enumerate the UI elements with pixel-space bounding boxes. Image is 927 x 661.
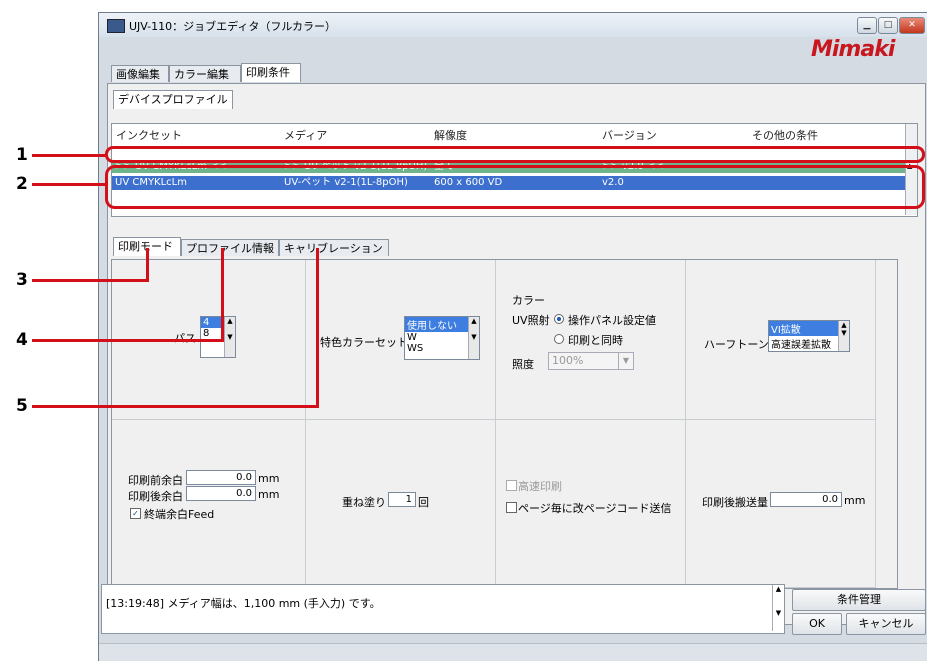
tab-profile-info[interactable]: プロファイル情報: [181, 239, 279, 256]
tab-print-mode[interactable]: 印刷モード: [113, 237, 181, 256]
mimaki-logo: Mimaki: [811, 37, 895, 62]
high-speed-label: 高速印刷: [518, 480, 562, 493]
margin-cell: 印刷前余白 0.0 mm 印刷後余白 0.0 mm ✓ 終端余白Feed: [112, 420, 306, 588]
special-color-list[interactable]: 使用しない W WS ▲ ▼: [404, 316, 480, 360]
cell-version: >> v2.0 <<: [602, 161, 664, 172]
table-scrollbar[interactable]: ▲: [905, 124, 917, 215]
table-row-selected[interactable]: UV CMYKLcLm UV-ペット v2-1(1L-8pOH) 600 x 6…: [112, 176, 905, 190]
page-code-checkbox[interactable]: [506, 502, 517, 513]
halftone-label: ハーフトーン: [704, 338, 769, 351]
intensity-value: 100%: [552, 354, 584, 367]
pass-scroll[interactable]: ▲ ▼: [224, 317, 235, 357]
app-icon: [107, 19, 125, 33]
front-margin-unit: mm: [258, 472, 280, 485]
cell-media: >> UV-ペット v2-1(1L-8pUH): [284, 161, 428, 172]
color-heading: カラー: [512, 294, 545, 307]
log-line: [13:19:48] メディア幅は、1,100 mm (手入力) です。: [106, 597, 381, 610]
overprint-unit: 回: [418, 496, 429, 509]
col-header-inkset[interactable]: インクセット: [116, 124, 182, 148]
cancel-button[interactable]: キャンセル: [846, 613, 926, 635]
radio-panel-label: 操作パネル設定値: [568, 314, 656, 327]
halftone-cell: ハーフトーン VI拡散 高速誤差拡散 ▲ ▼: [686, 260, 876, 420]
radio-simultaneous-label: 印刷と同時: [568, 334, 623, 347]
halftone-scroll[interactable]: ▲ ▼: [838, 321, 849, 351]
tab-print-conditions[interactable]: 印刷条件: [241, 63, 301, 82]
pass-cell: パス 4 8 ▲ ▼: [112, 260, 306, 420]
callout-line-1: [32, 154, 106, 157]
high-speed-checkbox[interactable]: [506, 480, 517, 491]
halftone-list[interactable]: VI拡散 高速誤差拡散 ▲ ▼: [768, 320, 850, 352]
callout-number-5: 5: [16, 396, 28, 416]
maximize-button[interactable]: □: [878, 17, 898, 34]
back-margin-label: 印刷後余白: [128, 490, 183, 503]
cell-inkset: >> UV CMYKLcLm <<: [115, 161, 227, 172]
window-title: UJV-110：ジョブエディタ（フルカラー）: [129, 20, 337, 33]
callout-line-2: [32, 183, 106, 186]
special-color-label: 特色カラーセット: [320, 336, 408, 349]
uv-label: UV照射: [512, 314, 550, 327]
close-button[interactable]: ✕: [899, 17, 925, 34]
post-feed-unit: mm: [844, 494, 866, 507]
intensity-label: 照度: [512, 358, 534, 371]
pass-label: パス: [174, 332, 196, 345]
profile-table: インクセット メディア 解像度 バージョン その他の条件 >> UV CMYKL…: [111, 123, 918, 217]
print-mode-grid: パス 4 8 ▲ ▼ 特色カラーセット 使用しない W WS ▲ ▼ カラー UV照…: [111, 259, 898, 589]
back-margin-unit: mm: [258, 488, 280, 501]
table-row-current[interactable]: >> UV CMYKLcLm << >> UV-ペット v2-1(1L-8pUH…: [112, 160, 905, 173]
radio-panel-setting[interactable]: [554, 314, 564, 324]
cell-media: UV-ペット v2-1(1L-8pOH): [284, 177, 408, 188]
col-header-other[interactable]: その他の条件: [752, 124, 818, 148]
callout-number-4: 4: [16, 330, 28, 350]
callout-number-1: 1: [16, 145, 28, 165]
cell-resolution: 全て: [434, 161, 454, 172]
special-color-cell: 特色カラーセット 使用しない W WS ▲ ▼: [306, 260, 496, 420]
col-header-version[interactable]: バージョン: [602, 124, 657, 148]
radio-simultaneous[interactable]: [554, 334, 564, 344]
feed-checkbox[interactable]: ✓: [130, 508, 141, 519]
tab-image-edit[interactable]: 画像編集: [111, 65, 169, 82]
intensity-dropdown[interactable]: 100% ▼: [548, 352, 634, 370]
cell-version: v2.0: [602, 177, 624, 188]
post-feed-cell: 印刷後搬送量 0.0 mm: [686, 420, 876, 588]
feed-label: 終端余白Feed: [144, 508, 215, 521]
tab-calibration[interactable]: キャリブレーション: [279, 239, 389, 256]
minimize-button[interactable]: ▁: [857, 17, 877, 34]
cell-inkset: UV CMYKLcLm: [115, 177, 187, 188]
job-editor-window: UJV-110：ジョブエディタ（フルカラー） ▁ □ ✕ Mimaki 画像編集…: [98, 12, 927, 661]
tab-color-edit[interactable]: カラー編集: [169, 65, 241, 82]
col-header-resolution[interactable]: 解像度: [434, 124, 467, 148]
options-cell: 高速印刷 ページ毎に改ページコード送信: [496, 420, 686, 588]
post-feed-label: 印刷後搬送量: [702, 496, 768, 509]
tab-device-profile[interactable]: デバイスプロファイル: [113, 90, 233, 109]
col-header-media[interactable]: メディア: [284, 124, 327, 148]
overprint-label: 重ね塗り: [342, 496, 386, 509]
list-item[interactable]: VI拡散: [769, 321, 839, 336]
list-item[interactable]: 使用しない: [405, 317, 469, 332]
color-cell: カラー UV照射 操作パネル設定値 印刷と同時 照度 100% ▼: [496, 260, 686, 420]
title-bar: UJV-110：ジョブエディタ（フルカラー） ▁ □ ✕: [99, 13, 927, 37]
cell-resolution: 600 x 600 VD: [434, 177, 503, 188]
callout-number-2: 2: [16, 174, 28, 194]
chevron-down-icon: ▼: [618, 353, 633, 369]
ok-button[interactable]: OK: [792, 613, 842, 635]
page-code-label: ページ毎に改ページコード送信: [518, 502, 672, 515]
special-color-scroll[interactable]: ▲ ▼: [468, 317, 479, 359]
status-bar: [99, 643, 927, 661]
callout-number-3: 3: [16, 270, 28, 290]
pass-list[interactable]: 4 8 ▲ ▼: [200, 316, 236, 358]
front-margin-input[interactable]: 0.0: [186, 470, 256, 485]
overprint-cell: 重ね塗り 1 回: [306, 420, 496, 588]
front-margin-label: 印刷前余白: [128, 474, 183, 487]
scroll-up-arrow-icon[interactable]: ▲: [907, 162, 912, 170]
post-feed-input[interactable]: 0.0: [770, 492, 842, 507]
list-item[interactable]: 高速誤差拡散: [769, 336, 849, 351]
back-margin-input[interactable]: 0.0: [186, 486, 256, 501]
message-log: [13:19:48] メディア幅は、1,100 mm (手入力) です。 ▲ ▼: [101, 584, 785, 634]
overprint-input[interactable]: 1: [388, 492, 416, 507]
log-scrollbar[interactable]: ▲ ▼: [772, 585, 784, 631]
condition-manage-button[interactable]: 条件管理: [792, 589, 926, 611]
